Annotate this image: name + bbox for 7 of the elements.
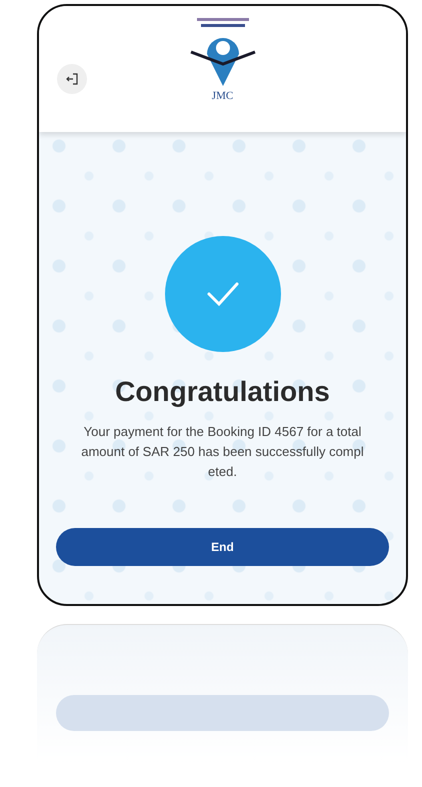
exit-icon — [66, 73, 78, 85]
end-button[interactable]: End — [56, 528, 389, 566]
checkmark-icon — [206, 281, 240, 307]
exit-button[interactable] — [57, 64, 87, 94]
success-message: Your payment for the Booking ID 4567 for a total amount of SAR 250 has been successfully compl eted. — [80, 423, 365, 481]
success-title: Congratulations — [115, 376, 330, 408]
logo-text: JMC — [212, 90, 234, 102]
